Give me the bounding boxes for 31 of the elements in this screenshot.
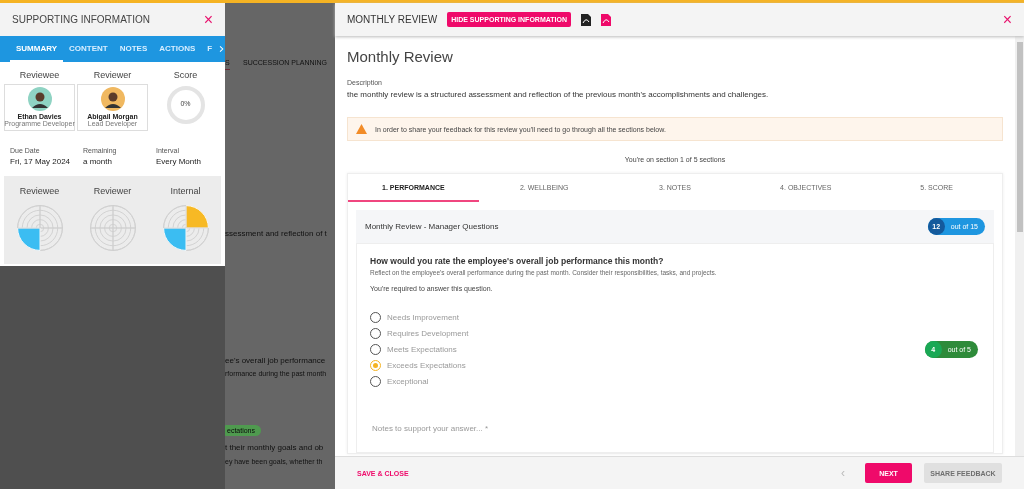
role-label: Reviewee — [19, 70, 60, 80]
chart-label: Internal — [170, 186, 201, 196]
radio-option[interactable]: Exceptional — [370, 376, 469, 387]
score-label: Score — [173, 70, 198, 80]
fact-value: a month — [83, 157, 113, 166]
tab[interactable]: NOTES — [113, 36, 154, 62]
dialog-title: MONTHLY REVIEW — [347, 14, 438, 25]
radio-option[interactable]: Meets Expectations — [370, 344, 469, 355]
tab[interactable]: F — [201, 36, 219, 62]
role-label: Reviewer — [93, 70, 132, 80]
group-title: Monthly Review - Manager Questions — [365, 222, 499, 231]
radio-option[interactable]: Requires Development — [370, 328, 469, 339]
close-icon[interactable]: × — [1002, 10, 1012, 29]
question-text: How would you rate the employee's overall job performance this month? — [370, 256, 665, 266]
description-text: the monthly review is a structured assessment and reflection of the previous month's accomplishments and challenges. — [347, 90, 770, 99]
tab[interactable]: ACTIONS — [153, 36, 202, 62]
fact-value: Fri, 17 May 2024 — [10, 157, 72, 166]
chart-label: Reviewee — [19, 186, 60, 196]
fact-value: Every Month — [156, 157, 202, 166]
panel-title: SUPPORTING INFORMATION — [12, 14, 150, 25]
warning-icon — [356, 124, 367, 134]
pdf-icon[interactable] — [580, 13, 591, 26]
background-text: ee's overall job performance — [225, 356, 326, 365]
tab[interactable]: CONTENT — [63, 36, 114, 62]
radio-option[interactable]: Needs Improvement — [370, 312, 469, 323]
chart-label: Reviewer — [93, 186, 132, 196]
radio-option[interactable]: Exceeds Expectations — [370, 360, 469, 371]
close-icon[interactable]: × — [203, 10, 213, 29]
background-text: ssessment and reflection of t — [225, 229, 327, 238]
score-ring — [164, 84, 207, 126]
page-title: Monthly Review — [347, 48, 454, 65]
